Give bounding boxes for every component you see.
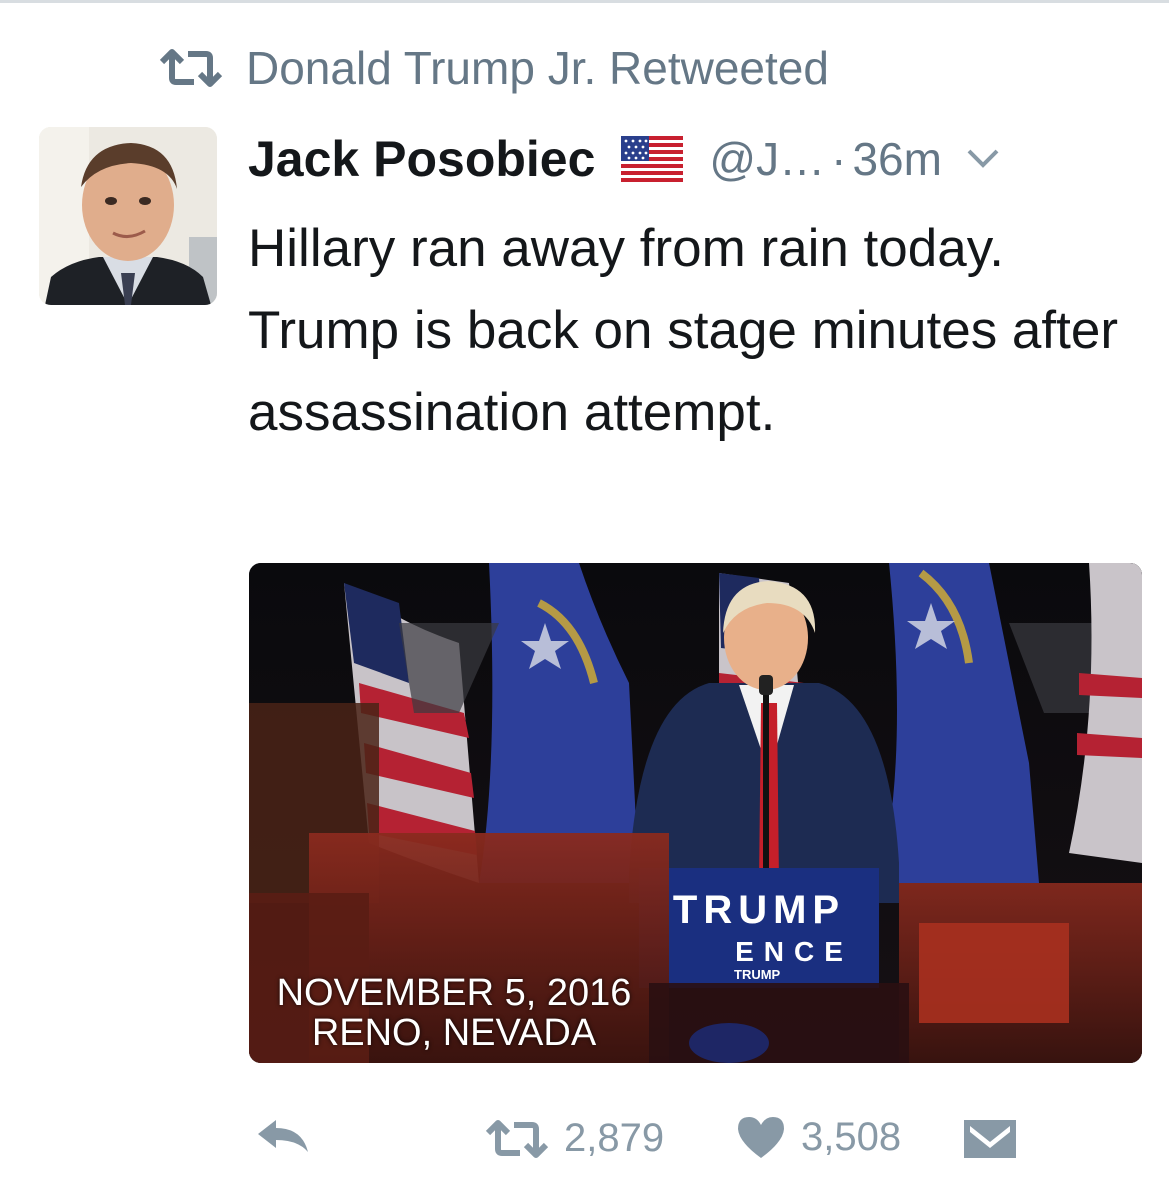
retweet-button[interactable]: 2,879 — [484, 1116, 664, 1161]
author-handle[interactable]: @J… — [709, 132, 825, 186]
heart-icon — [738, 1117, 784, 1158]
avatar[interactable] — [39, 127, 217, 305]
retweet-icon — [485, 1119, 549, 1158]
separator-dot: · — [831, 133, 847, 185]
caption-location: RENO, NEVADA — [311, 1012, 597, 1054]
tweet-header: Jack Posobiec @J… · 36m — [248, 124, 1000, 194]
retweet-context-label: Donald Trump Jr. Retweeted — [246, 42, 829, 94]
reply-icon — [258, 1120, 308, 1152]
like-button[interactable]: 3,508 — [735, 1114, 901, 1160]
reply-button[interactable] — [256, 1116, 312, 1156]
retweet-context[interactable]: Donald Trump Jr. Retweeted — [158, 40, 829, 96]
direct-message-button[interactable] — [962, 1116, 1018, 1162]
author-name[interactable]: Jack Posobiec — [248, 130, 595, 188]
podium-sign-line2: ENCE — [735, 936, 853, 967]
photo-caption: NOVEMBER 5, 2016 RENO, NEVADA — [249, 973, 659, 1053]
tweet-actions: 2,879 3,508 — [0, 1110, 1169, 1174]
envelope-icon — [964, 1120, 1016, 1158]
us-flag-icon — [621, 136, 684, 182]
podium-sign-line1: TRUMP — [673, 888, 845, 932]
like-count: 3,508 — [801, 1114, 902, 1159]
retweet-icon — [159, 49, 223, 87]
tweet-text: Hillary ran away from rain today. Trump … — [248, 219, 1118, 442]
tweet-photo[interactable]: TRUMP ENCE TRUMP NOVEMBER 5, 2016 RENO, … — [249, 563, 1142, 1063]
caption-date: NOVEMBER 5, 2016 — [276, 972, 632, 1014]
timestamp[interactable]: 36m — [852, 132, 941, 186]
top-divider — [0, 0, 1169, 3]
podium-sign-line3: TRUMP — [734, 967, 781, 982]
chevron-down-icon[interactable] — [966, 147, 1000, 171]
retweet-count: 2,879 — [564, 1116, 665, 1160]
